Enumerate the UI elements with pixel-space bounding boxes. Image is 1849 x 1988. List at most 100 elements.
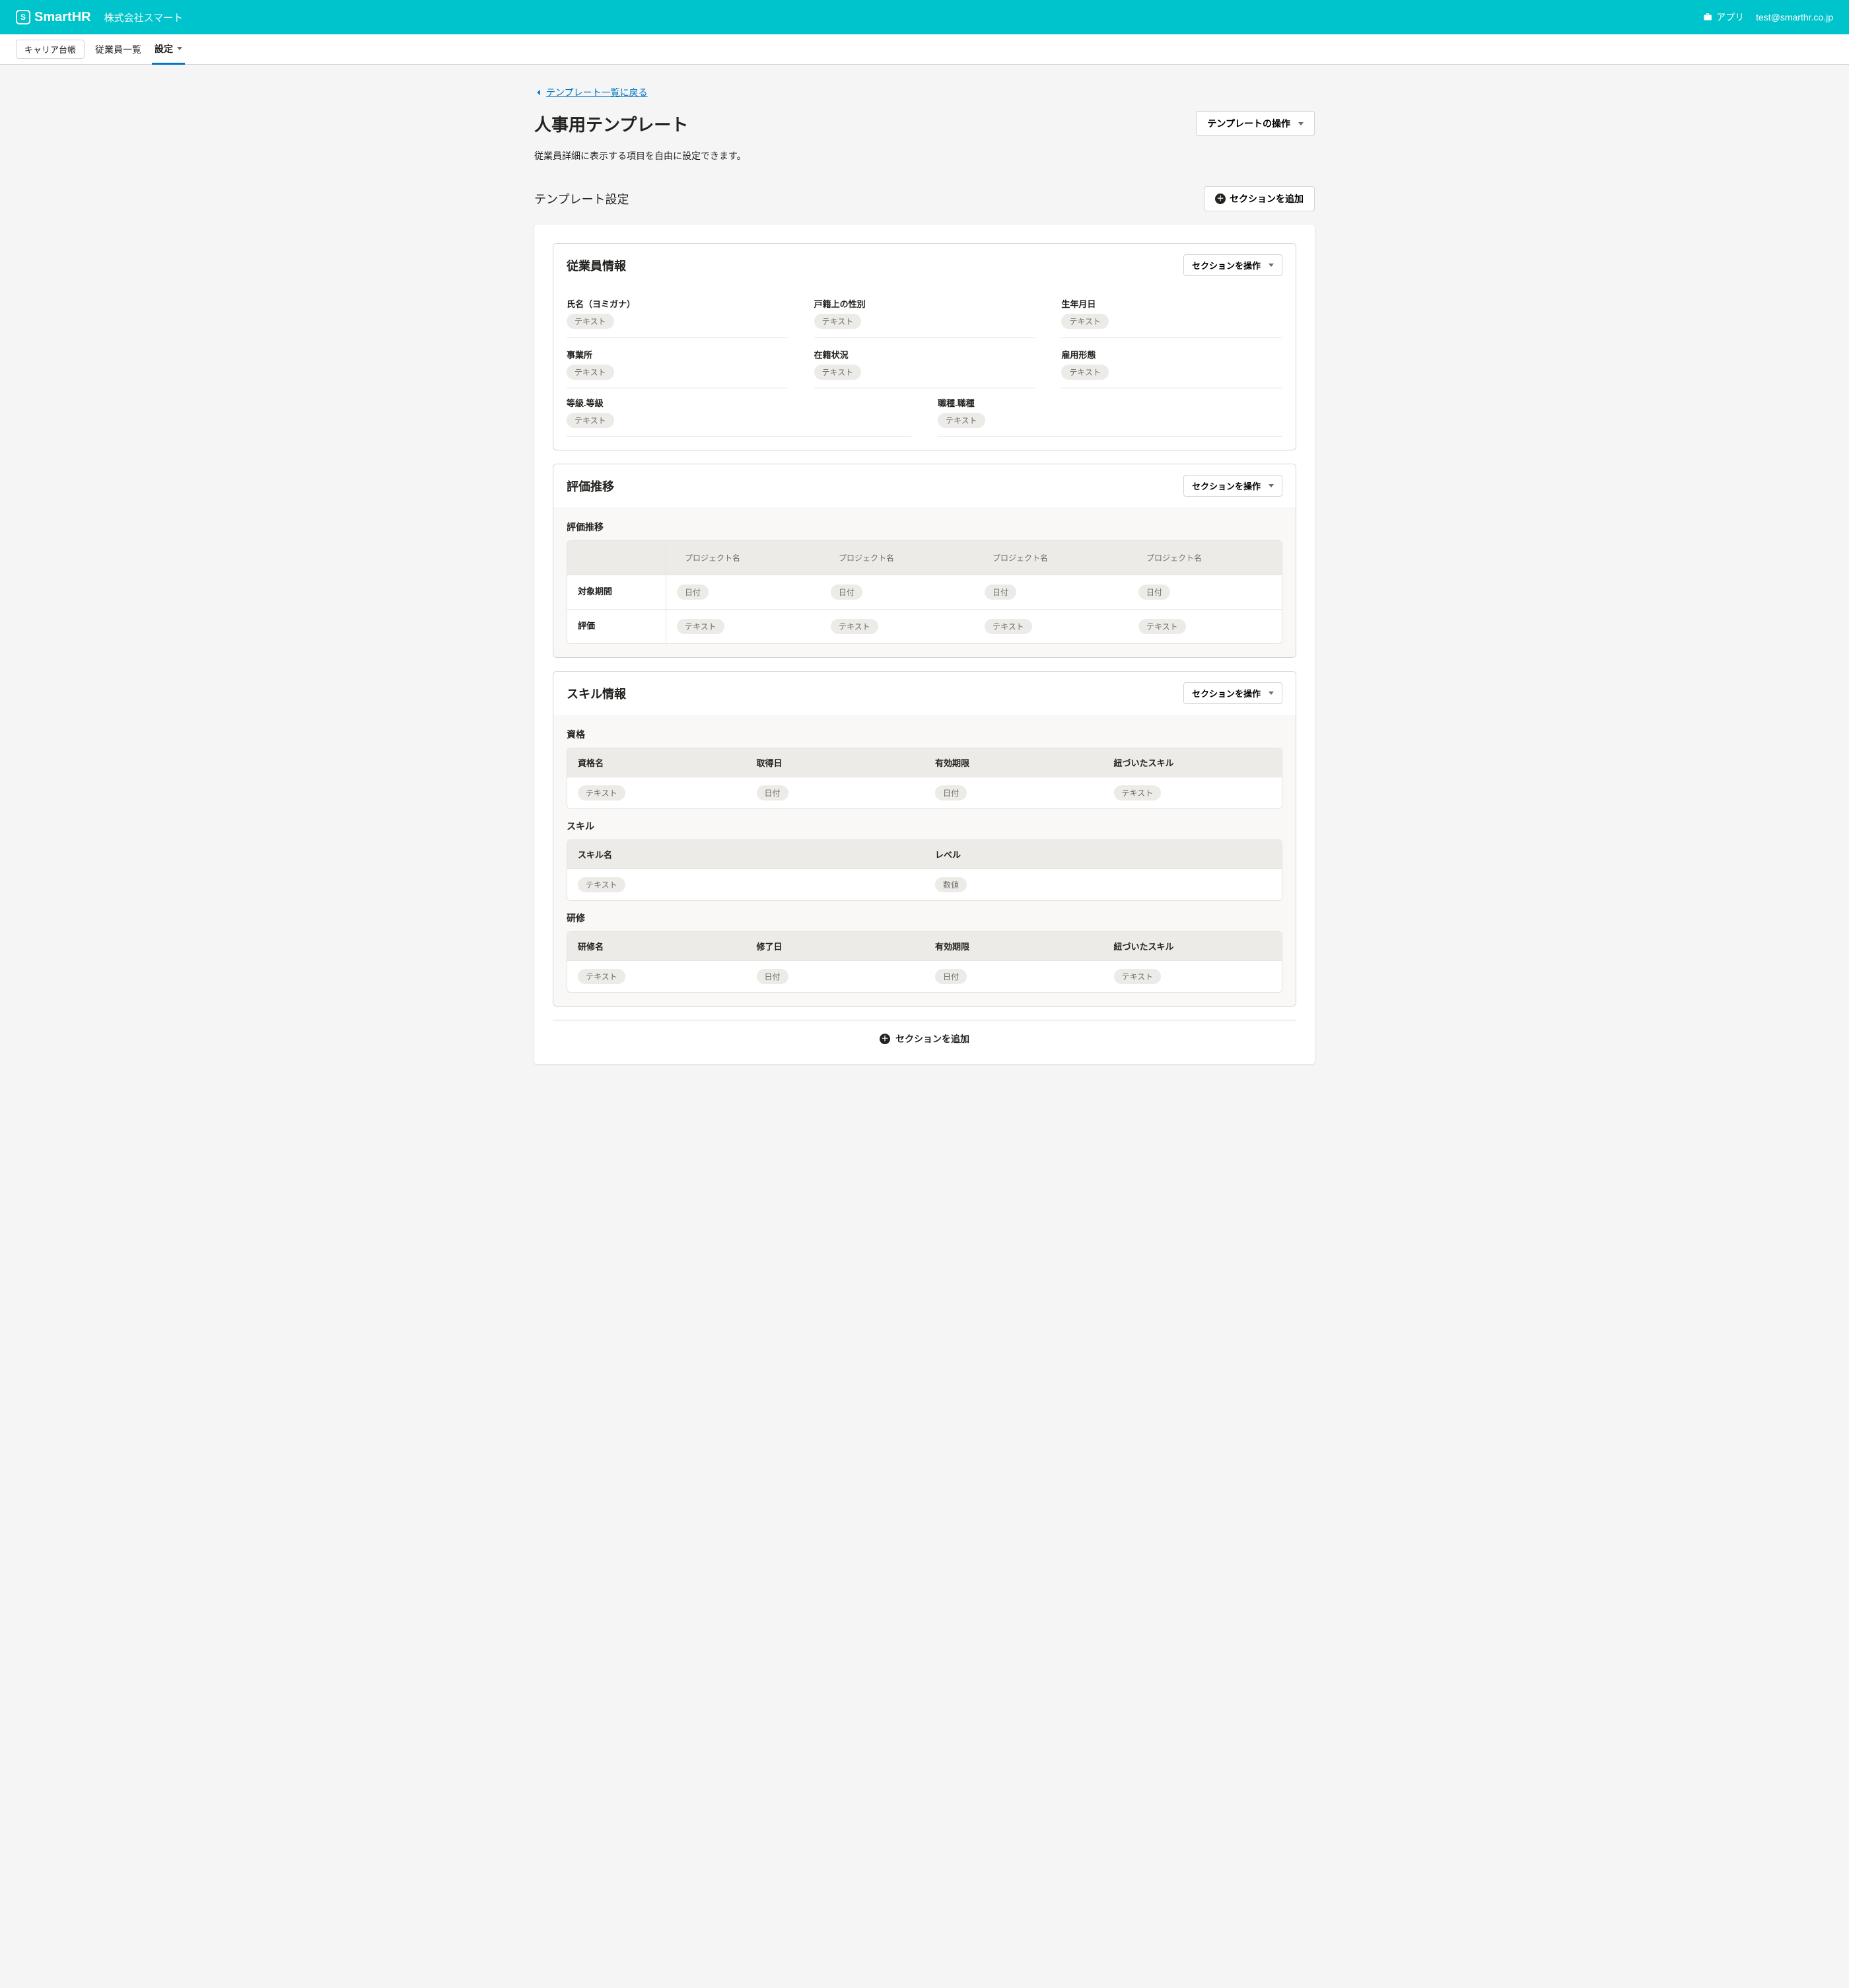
table-row: 対象期間 日付 日付 日付 日付 — [567, 575, 1282, 610]
user-email[interactable]: test@smarthr.co.jp — [1756, 12, 1833, 22]
table-header-row: スキル名 レベル — [567, 840, 1282, 869]
subsection-title: 資格 — [567, 728, 1282, 741]
nav-tabs: キャリア台帳 従業員一覧 設定 — [0, 34, 1849, 65]
page-title: 人事用テンプレート — [534, 112, 688, 136]
chevron-down-icon — [177, 47, 182, 50]
cell-type-chip: テキスト — [1114, 969, 1162, 984]
table-row: テキスト 日付 日付 テキスト — [567, 777, 1282, 808]
add-section-footer-button[interactable]: ＋ セクションを追加 — [880, 1032, 969, 1046]
row-header: 対象期間 — [567, 575, 666, 609]
cell-type-chip: テキスト — [578, 877, 625, 892]
cell-type-chip: 日付 — [831, 585, 862, 600]
cell-type-chip: テキスト — [985, 619, 1032, 634]
tab-settings[interactable]: 設定 — [152, 34, 185, 65]
field-item: 等級.等級 テキスト — [567, 396, 911, 437]
plus-circle-icon: ＋ — [1215, 194, 1226, 204]
field-label: 在籍状況 — [814, 348, 1035, 361]
logo-text: SmartHR — [34, 10, 91, 25]
panel-footer: ＋ セクションを追加 — [553, 1020, 1296, 1046]
tab-employees[interactable]: 従業員一覧 — [92, 35, 144, 64]
column-header-chip: プロジェクト名 — [985, 550, 1056, 565]
section-evaluation: 評価推移 セクションを操作 評価推移 プロジェクト名 プロジェクト名 プロジェク… — [553, 464, 1296, 658]
field-label: 等級.等級 — [567, 396, 911, 409]
column-header: 紐づいたスキル — [1103, 748, 1282, 777]
page-description: 従業員詳細に表示する項目を自由に設定できます。 — [534, 149, 1315, 162]
cell-type-chip: 日付 — [757, 969, 788, 984]
field-item: 在籍状況 テキスト — [814, 348, 1035, 388]
training-table: 研修名 修了日 有効期限 紐づいたスキル テキスト 日付 日付 テキスト — [567, 931, 1282, 993]
company-name: 株式会社スマート — [104, 11, 184, 24]
cell-type-chip: テキスト — [831, 619, 878, 634]
cell-type-chip: 日付 — [985, 585, 1016, 600]
back-link[interactable]: テンプレート一覧に戻る — [534, 86, 648, 99]
field-type-chip: テキスト — [814, 314, 862, 329]
cell-type-chip: テキスト — [1138, 619, 1186, 634]
subsection-title: 評価推移 — [567, 520, 1282, 534]
field-item: 生年月日 テキスト — [1061, 297, 1282, 337]
field-type-chip: テキスト — [814, 365, 862, 380]
template-actions-button[interactable]: テンプレートの操作 — [1196, 111, 1315, 136]
cell-type-chip: 日付 — [757, 785, 788, 800]
logo[interactable]: S SmartHR — [16, 10, 91, 25]
field-type-chip: テキスト — [567, 314, 614, 329]
field-item: 雇用形態 テキスト — [1061, 348, 1282, 388]
panel: 従業員情報 セクションを操作 氏名（ヨミガナ） テキスト 戸籍上の性別 テキスト — [534, 225, 1315, 1064]
section-ops-button[interactable]: セクションを操作 — [1183, 682, 1282, 704]
field-label: 雇用形態 — [1061, 348, 1282, 361]
field-type-chip: テキスト — [567, 365, 614, 380]
section-title: スキル情報 — [567, 685, 626, 702]
field-item: 事業所 テキスト — [567, 348, 788, 388]
section-title: 従業員情報 — [567, 257, 626, 274]
table-header-row: 資格名 取得日 有効期限 紐づいたスキル — [567, 748, 1282, 777]
cell-type-chip: 日付 — [935, 785, 967, 800]
field-label: 生年月日 — [1061, 297, 1282, 310]
plus-circle-icon: ＋ — [880, 1034, 890, 1044]
chevron-down-icon — [1269, 264, 1274, 267]
column-header: 資格名 — [567, 748, 746, 777]
table-row: 評価 テキスト テキスト テキスト テキスト — [567, 610, 1282, 643]
tab-career[interactable]: キャリア台帳 — [16, 40, 85, 59]
section-ops-button[interactable]: セクションを操作 — [1183, 475, 1282, 497]
row-header: 評価 — [567, 610, 666, 643]
top-bar: S SmartHR 株式会社スマート アプリ test@smarthr.co.j… — [0, 0, 1849, 34]
apps-menu[interactable]: アプリ — [1703, 11, 1744, 24]
column-header: スキル名 — [567, 840, 924, 869]
table-header-row: 研修名 修了日 有効期限 紐づいたスキル — [567, 932, 1282, 960]
cell-type-chip: 数値 — [935, 877, 967, 892]
field-type-chip: テキスト — [938, 413, 985, 428]
field-type-chip: テキスト — [1061, 365, 1109, 380]
qualification-table: 資格名 取得日 有効期限 紐づいたスキル テキスト 日付 日付 テキスト — [567, 748, 1282, 809]
cell-type-chip: テキスト — [1114, 785, 1162, 800]
column-header: 修了日 — [746, 932, 925, 960]
logo-badge-icon: S — [16, 10, 30, 24]
cell-type-chip: テキスト — [578, 969, 625, 984]
table-row: テキスト 数値 — [567, 869, 1282, 900]
toolbox-icon — [1703, 13, 1712, 22]
chevron-down-icon — [1298, 122, 1304, 125]
field-label: 氏名（ヨミガナ） — [567, 297, 788, 310]
field-item: 戸籍上の性別 テキスト — [814, 297, 1035, 337]
column-header: レベル — [924, 840, 1282, 869]
cell-type-chip: テキスト — [677, 619, 724, 634]
add-section-button[interactable]: ＋ セクションを追加 — [1204, 186, 1315, 211]
section-employee-info: 従業員情報 セクションを操作 氏名（ヨミガナ） テキスト 戸籍上の性別 テキスト — [553, 243, 1296, 450]
apps-label: アプリ — [1716, 11, 1744, 24]
field-label: 職種.職種 — [938, 396, 1282, 409]
subsection-title: 研修 — [567, 911, 1282, 925]
column-header: 取得日 — [746, 748, 925, 777]
subsection-title: スキル — [567, 820, 1282, 833]
template-settings-heading: テンプレート設定 — [534, 190, 629, 207]
cell-type-chip: 日付 — [677, 585, 709, 600]
main-container: テンプレート一覧に戻る 人事用テンプレート テンプレートの操作 従業員詳細に表示… — [518, 65, 1331, 1133]
skill-table: スキル名 レベル テキスト 数値 — [567, 839, 1282, 901]
field-item: 氏名（ヨミガナ） テキスト — [567, 297, 788, 337]
column-header-chip: プロジェクト名 — [831, 550, 902, 565]
cell-type-chip: テキスト — [578, 785, 625, 800]
tab-settings-label: 設定 — [155, 42, 173, 55]
cell-type-chip: 日付 — [1138, 585, 1170, 600]
field-label: 事業所 — [567, 348, 788, 361]
section-title: 評価推移 — [567, 478, 614, 495]
column-header: 研修名 — [567, 932, 746, 960]
section-ops-button[interactable]: セクションを操作 — [1183, 254, 1282, 276]
table-header-row: プロジェクト名 プロジェクト名 プロジェクト名 プロジェクト名 — [567, 541, 1282, 575]
